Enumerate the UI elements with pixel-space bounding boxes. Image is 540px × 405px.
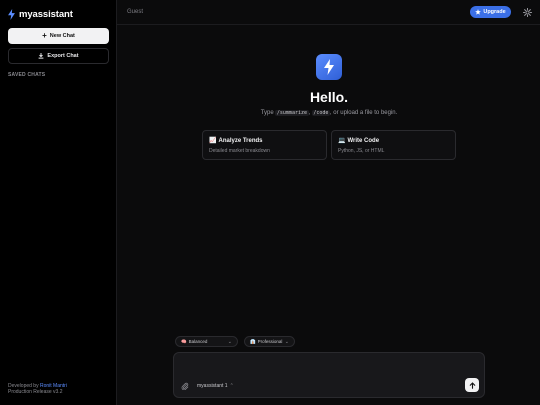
greeting-title: Hello.: [309, 89, 349, 105]
send-button[interactable]: [465, 378, 479, 392]
suggestion-card-analyze-trends[interactable]: 📈 Analyze Trends Detailed market breakdo…: [202, 130, 327, 160]
top-bar: Guest Upgrade: [117, 0, 540, 25]
card-description: Detailed market breakdown: [209, 148, 270, 154]
chart-icon: 📈: [209, 138, 217, 144]
chevron-down-icon: ⌄: [284, 338, 289, 345]
mode-select[interactable]: 🧠 Balanced ⌄: [175, 336, 238, 347]
brain-icon: 🧠: [181, 338, 187, 344]
hero-logo: [316, 54, 342, 80]
footer-prefix: Developed by: [8, 383, 40, 389]
chevron-down-icon: ⌄: [227, 338, 232, 345]
summarize-command: /summarize: [275, 110, 309, 116]
upgrade-label: Upgrade: [483, 9, 506, 15]
tone-value: Professional: [257, 339, 283, 344]
settings-button[interactable]: [522, 7, 532, 17]
export-chat-button[interactable]: Export Chat: [8, 48, 109, 64]
gear-icon: [522, 7, 532, 17]
suggestion-card-write-code[interactable]: 💻 Write Code Python, JS, or HTML: [331, 130, 456, 160]
sidebar-footer: Developed by Ronit Mantri Production Rel…: [8, 383, 67, 396]
star-icon: [475, 9, 482, 15]
paperclip-icon[interactable]: [181, 382, 189, 390]
model-value: myassistant 1: [197, 383, 228, 389]
sidebar: myassistant + New Chat Export Chat SAVED…: [0, 0, 117, 405]
export-chat-label: Export Chat: [47, 53, 79, 59]
user-label: Guest: [127, 9, 144, 15]
release-version: Production Release v3.2: [8, 389, 63, 396]
brand-name: myassistant: [19, 8, 73, 20]
bolt-icon: [324, 59, 334, 75]
subtitle-prefix: Type: [260, 110, 276, 116]
model-select[interactable]: myassistant 1 ⌃: [194, 381, 237, 391]
author-link[interactable]: Ronit Mantri: [40, 383, 67, 389]
plus-icon: +: [42, 31, 47, 40]
mode-value: Balanced: [188, 339, 208, 344]
laptop-icon: 💻: [338, 138, 346, 144]
card-description: Python, JS, or HTML: [338, 148, 385, 154]
new-chat-button[interactable]: + New Chat: [8, 28, 109, 44]
tone-select[interactable]: 👔 Professional ⌄: [244, 336, 295, 347]
tie-icon: 👔: [250, 338, 256, 344]
saved-chats-heading: SAVED CHATS: [8, 72, 46, 78]
upgrade-button[interactable]: Upgrade: [470, 6, 511, 18]
bolt-icon: [8, 8, 15, 20]
new-chat-label: New Chat: [49, 33, 75, 39]
message-composer[interactable]: myassistant 1 ⌃: [173, 352, 485, 398]
card-title: Analyze Trends: [218, 137, 263, 144]
download-icon: [39, 53, 44, 59]
card-title: Write Code: [347, 137, 380, 144]
chevron-down-icon: ⌃: [229, 383, 234, 389]
arrow-up-icon: [469, 381, 475, 389]
subtitle-suffix: , or upload a file to begin.: [329, 110, 398, 116]
greeting-subtitle: Type /summarize, /code, or upload a file…: [199, 110, 459, 116]
brand[interactable]: myassistant: [8, 8, 73, 20]
code-command: /code: [311, 110, 330, 116]
